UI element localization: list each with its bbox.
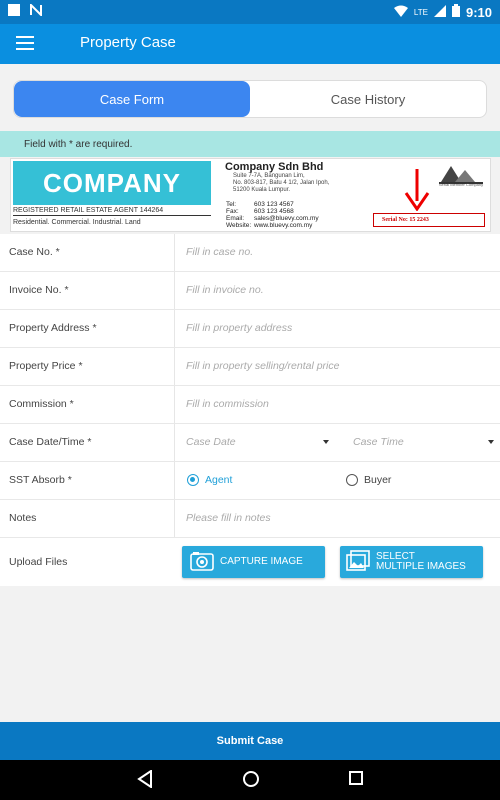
case-no-label: Case No. * — [9, 246, 60, 258]
property-price-input[interactable]: Fill in property selling/rental price — [186, 360, 339, 372]
system-nav-bar — [0, 760, 500, 800]
page-title: Property Case — [80, 34, 176, 51]
radio-label: Agent — [205, 474, 233, 486]
address-line: No. 803-817, Batu 4 1/2, Jalan Ipoh, — [233, 180, 330, 186]
select-images-label-2: MULTIPLE IMAGES — [376, 561, 466, 572]
company-banner: COMPANY REGISTERED RETAIL ESTATE AGENT 1… — [10, 158, 491, 232]
radio-checked-icon — [187, 474, 199, 486]
notification-n-icon — [30, 2, 42, 19]
email-value: sales@bluevy.com.my — [254, 215, 319, 222]
tel-label: Tel: — [226, 201, 237, 208]
case-time-dropdown[interactable]: Case Time — [353, 436, 404, 448]
wifi-icon — [393, 5, 408, 20]
case-datetime-row: Case Date/Time * Case Date Case Time — [0, 424, 500, 462]
company-name: Company Sdn Bhd — [225, 161, 324, 173]
tab-case-form[interactable]: Case Form — [14, 81, 250, 117]
recents-icon[interactable] — [348, 770, 364, 791]
website-label: Website: — [226, 222, 252, 229]
property-address-label: Property Address * — [9, 322, 97, 334]
property-categories: Residential. Commercial. Industrial. Lan… — [13, 219, 141, 226]
status-bar: LTE 9:10 — [0, 0, 500, 24]
fax-label: Fax: — [226, 208, 239, 215]
association-text: Serial Member Company — [438, 182, 484, 187]
tab-bar: Case Form Case History — [13, 80, 487, 118]
address-line: 51200 Kuala Lumpur. — [233, 187, 291, 193]
images-icon — [346, 549, 370, 575]
company-logo-block: COMPANY REGISTERED RETAIL ESTATE AGENT 1… — [13, 161, 211, 229]
invoice-no-input[interactable]: Fill in invoice no. — [186, 284, 264, 296]
fax-value: 603 123 4568 — [254, 208, 294, 215]
property-price-row: Property Price * Fill in property sellin… — [0, 348, 500, 386]
camera-icon — [190, 551, 214, 574]
property-price-label: Property Price * — [9, 360, 83, 372]
notes-row: Notes Please fill in notes — [0, 500, 500, 538]
invoice-no-row: Invoice No. * Fill in invoice no. — [0, 272, 500, 310]
company-contact: Tel: 603 123 4567 Fax: 603 123 4568 Email:… — [226, 201, 319, 229]
commission-label: Commission * — [9, 398, 74, 410]
status-time: 9:10 — [465, 4, 492, 20]
upload-files-row: Upload Files CAPTURE IMAGE SELECT MULTIP… — [0, 538, 500, 586]
website-value: www.bluevy.com.my — [254, 222, 313, 229]
select-multiple-images-button[interactable]: SELECT MULTIPLE IMAGES — [340, 546, 483, 578]
property-address-input[interactable]: Fill in property address — [186, 322, 292, 334]
company-address: Suite 7-7A, Bangunan Lim, No. 803-817, B… — [233, 173, 329, 194]
case-form: Case No. * Fill in case no. Invoice No. … — [0, 234, 500, 586]
upload-files-label: Upload Files — [9, 556, 68, 568]
down-arrow-icon — [488, 440, 494, 444]
back-icon[interactable] — [137, 769, 153, 793]
case-no-input[interactable]: Fill in case no. — [186, 246, 253, 258]
email-label: Email: — [226, 215, 245, 222]
agent-registration: REGISTERED RETAIL ESTATE AGENT 144264 — [13, 207, 211, 216]
sst-absorb-row: SST Absorb * Agent Buyer — [0, 462, 500, 500]
company-logo: COMPANY — [13, 161, 211, 205]
red-arrow-icon — [404, 169, 430, 211]
sst-absorb-label: SST Absorb * — [9, 474, 72, 486]
notification-icon — [8, 4, 20, 19]
signal-icon — [433, 4, 446, 20]
capture-image-label: CAPTURE IMAGE — [220, 556, 303, 567]
app-bar: Property Case — [0, 24, 500, 64]
case-no-row: Case No. * Fill in case no. — [0, 234, 500, 272]
notes-input[interactable]: Please fill in notes — [186, 512, 271, 524]
case-date-dropdown[interactable]: Case Date — [186, 436, 236, 448]
down-arrow-icon — [323, 440, 329, 444]
lte-label: LTE — [413, 7, 428, 17]
property-address-row: Property Address * Fill in property addr… — [0, 310, 500, 348]
menu-icon[interactable] — [16, 36, 34, 52]
required-notice: Field with * are required. — [0, 131, 500, 157]
commission-input[interactable]: Fill in commission — [186, 398, 269, 410]
radio-unchecked-icon — [346, 474, 358, 486]
submit-case-button[interactable]: Submit Case — [0, 722, 500, 760]
commission-row: Commission * Fill in commission — [0, 386, 500, 424]
home-icon[interactable] — [242, 770, 260, 793]
tel-value: 603 123 4567 — [254, 201, 294, 208]
capture-image-button[interactable]: CAPTURE IMAGE — [182, 546, 325, 578]
notes-label: Notes — [9, 512, 37, 524]
serial-number: Serial No: 15 2243 — [373, 213, 485, 227]
battery-icon — [451, 4, 460, 20]
address-line: Suite 7-7A, Bangunan Lim, — [233, 173, 305, 179]
radio-label: Buyer — [364, 474, 392, 486]
tab-case-history[interactable]: Case History — [250, 81, 486, 117]
sst-agent-radio[interactable]: Agent — [187, 474, 232, 486]
invoice-no-label: Invoice No. * — [9, 284, 69, 296]
sst-buyer-radio[interactable]: Buyer — [346, 474, 391, 486]
case-datetime-label: Case Date/Time * — [9, 436, 92, 448]
